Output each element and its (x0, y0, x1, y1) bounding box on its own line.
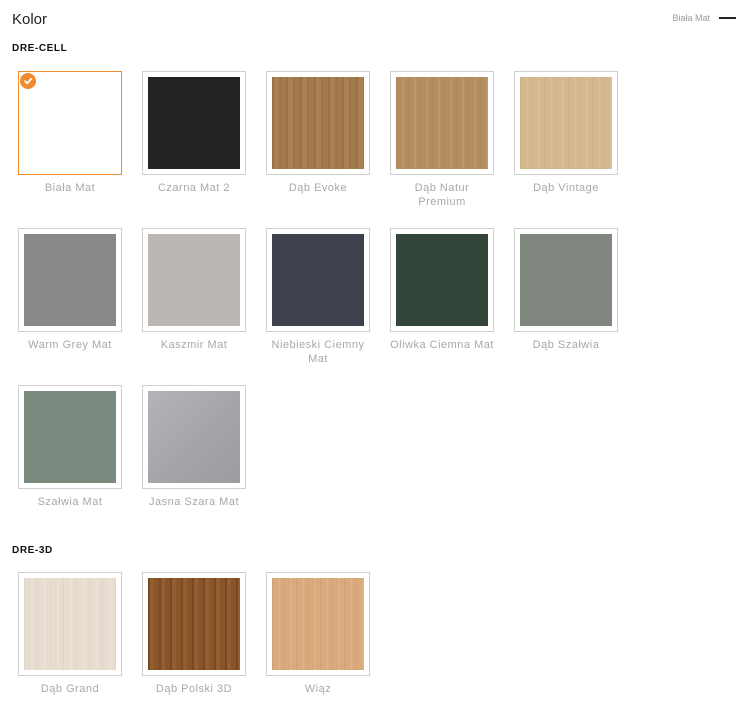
swatch-color-sample (520, 234, 612, 326)
color-swatch-dab-evoke[interactable]: Dąb Evoke (266, 71, 370, 195)
swatch-frame[interactable] (142, 385, 246, 489)
swatch-color-sample (24, 77, 116, 169)
swatch-color-sample (148, 578, 240, 670)
swatch-label: Dąb Vintage (533, 182, 599, 194)
color-swatch-biala-mat[interactable]: Biała Mat (18, 71, 122, 195)
swatch-color-sample (272, 578, 364, 670)
swatch-color-sample (272, 77, 364, 169)
color-swatch-niebieski-ciemny-mat[interactable]: Niebieski Ciemny Mat (266, 228, 370, 366)
swatch-frame[interactable] (18, 71, 122, 175)
swatch-color-sample (520, 77, 612, 169)
color-section-header[interactable]: Kolor Biała Mat (0, 0, 750, 40)
color-swatch-dab-natur-premium[interactable]: Dąb Natur Premium (390, 71, 494, 209)
swatch-label: Dąb Szałwia (532, 339, 600, 351)
swatch-color-sample (24, 578, 116, 670)
swatch-label: Wiąz (304, 683, 332, 695)
color-swatch-dab-vintage[interactable]: Dąb Vintage (514, 71, 618, 195)
color-swatch-czarna-mat-2[interactable]: Czarna Mat 2 (142, 71, 246, 195)
collapse-icon[interactable] (719, 17, 736, 19)
swatch-frame[interactable] (390, 71, 494, 175)
swatch-label: Dąb Grand (40, 683, 100, 695)
swatch-label: Czarna Mat 2 (157, 182, 231, 194)
swatch-frame[interactable] (390, 228, 494, 332)
section-title: Kolor (12, 11, 48, 28)
swatch-label: Dąb Polski 3D (155, 683, 233, 695)
swatch-grid-dre-cell: Biała Mat Czarna Mat 2 Dąb Evoke Dąb Natur … (18, 71, 638, 562)
swatch-label: Biała Mat (44, 182, 96, 194)
swatch-frame[interactable] (18, 572, 122, 676)
color-swatch-dab-polski-3d[interactable]: Dąb Polski 3D (142, 572, 246, 696)
swatch-label: Dąb Natur Premium (414, 182, 470, 208)
swatch-grid-dre-3d: Dąb Grand Dąb Polski 3D Wiąz (18, 572, 638, 718)
color-swatch-dab-grand[interactable]: Dąb Grand (18, 572, 122, 696)
color-swatch-kaszmir-mat[interactable]: Kaszmir Mat (142, 228, 246, 352)
color-swatch-warm-grey-mat[interactable]: Warm Grey Mat (18, 228, 122, 352)
checkmark-icon (20, 73, 36, 89)
swatch-frame[interactable] (266, 572, 370, 676)
swatch-color-sample (24, 234, 116, 326)
swatch-color-sample (24, 391, 116, 483)
color-swatch-jasna-szara-mat[interactable]: Jasna Szara Mat (142, 385, 246, 509)
swatch-color-sample (148, 234, 240, 326)
swatch-color-sample (148, 391, 240, 483)
swatch-color-sample (396, 234, 488, 326)
swatch-frame[interactable] (514, 228, 618, 332)
swatch-label: Szałwia Mat (37, 496, 103, 508)
color-swatch-dab-szalwia[interactable]: Dąb Szałwia (514, 228, 618, 352)
swatch-label: Warm Grey Mat (28, 339, 112, 351)
swatch-frame[interactable] (18, 228, 122, 332)
swatch-color-sample (396, 77, 488, 169)
swatch-frame[interactable] (142, 71, 246, 175)
swatch-frame[interactable] (266, 228, 370, 332)
swatch-label: Jasna Szara Mat (148, 496, 240, 508)
swatch-frame[interactable] (514, 71, 618, 175)
color-swatch-szalwia-mat[interactable]: Szałwia Mat (18, 385, 122, 509)
swatch-label: Kaszmir Mat (160, 339, 228, 351)
swatch-frame[interactable] (142, 572, 246, 676)
section-toggle[interactable]: Biała Mat (672, 13, 736, 23)
group-title-dre-cell: DRE-CELL (12, 43, 68, 54)
color-swatch-oliwka-ciemna-mat[interactable]: Oliwka Ciemna Mat (390, 228, 494, 352)
selected-color-label: Biała Mat (672, 13, 710, 23)
swatch-label: Niebieski Ciemny Mat (271, 339, 365, 365)
group-title-dre-3d: DRE-3D (12, 545, 53, 556)
swatch-label: Dąb Evoke (288, 182, 348, 194)
swatch-frame[interactable] (142, 228, 246, 332)
swatch-frame[interactable] (266, 71, 370, 175)
swatch-color-sample (272, 234, 364, 326)
swatch-label: Oliwka Ciemna Mat (390, 339, 494, 351)
swatch-color-sample (148, 77, 240, 169)
color-swatch-wiaz[interactable]: Wiąz (266, 572, 370, 696)
swatch-frame[interactable] (18, 385, 122, 489)
